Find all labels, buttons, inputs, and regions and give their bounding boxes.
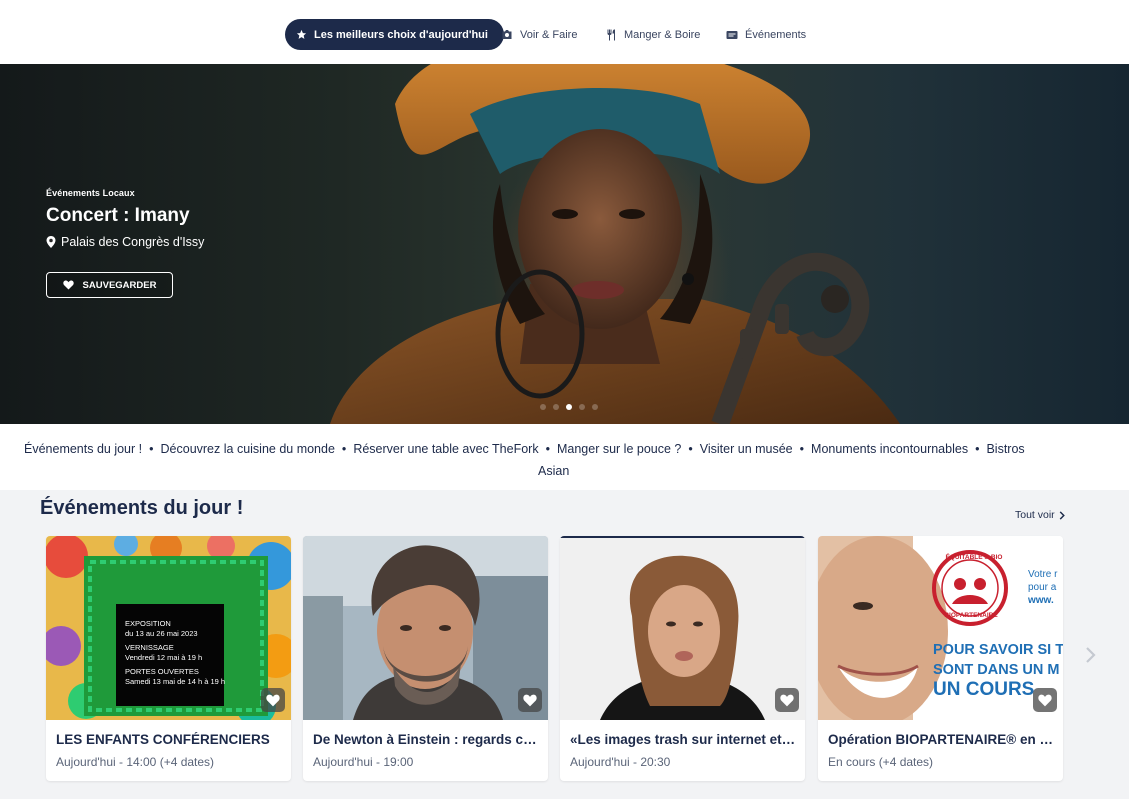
event-image: ÉQUITABLE & BIO BIOPARTENAIRE Votre r po… bbox=[818, 536, 1063, 720]
save-button-label: SAUVEGARDER bbox=[82, 279, 157, 291]
quick-link[interactable]: Monuments incontournables bbox=[811, 442, 968, 456]
hero-banner[interactable]: Événements Locaux Concert : Imany Palais… bbox=[0, 64, 1129, 424]
heart-icon bbox=[780, 694, 794, 706]
seal-top-text: ÉQUITABLE & BIO bbox=[945, 554, 1003, 561]
event-date: Aujourd'hui - 20:30 bbox=[570, 755, 671, 769]
quick-link[interactable]: Découvrez la cuisine du monde bbox=[161, 442, 335, 456]
carousel-dot[interactable] bbox=[540, 404, 546, 410]
quick-link[interactable]: Réserver une table avec TheFork bbox=[353, 442, 538, 456]
poster-side-text: Votre r pour a www. bbox=[1028, 569, 1058, 606]
quick-link[interactable]: Bistros bbox=[986, 442, 1024, 456]
event-title[interactable]: De Newton à Einstein : regards croisés bbox=[313, 732, 541, 747]
tab-events[interactable]: Événements bbox=[726, 19, 806, 50]
top-navigation: Les meilleurs choix d'aujourd'hui Voir &… bbox=[0, 0, 1129, 64]
section-title: Événements du jour ! bbox=[40, 497, 244, 519]
tab-eat-and-drink[interactable]: Manger & Boire bbox=[605, 19, 700, 50]
quick-link-overflow[interactable]: Asian bbox=[538, 464, 569, 478]
quick-link[interactable]: Visiter un musée bbox=[700, 442, 793, 456]
save-button[interactable]: SAUVEGARDER bbox=[46, 272, 173, 298]
quick-link[interactable]: Événements du jour ! bbox=[24, 442, 142, 456]
favorite-button[interactable] bbox=[261, 688, 285, 712]
event-card[interactable]: De Newton à Einstein : regards croisés A… bbox=[303, 536, 548, 781]
event-card[interactable]: ÉQUITABLE & BIO BIOPARTENAIRE Votre r po… bbox=[818, 536, 1063, 781]
ticket-icon bbox=[726, 29, 738, 41]
carousel-dot[interactable] bbox=[579, 404, 585, 410]
event-card[interactable]: «Les images trash sur internet et les je… bbox=[560, 536, 805, 781]
seal-bottom-text: BIOPARTENAIRE bbox=[944, 612, 998, 619]
tab-label: Les meilleurs choix d'aujourd'hui bbox=[314, 28, 488, 41]
carousel-dot-active[interactable] bbox=[566, 404, 572, 410]
quick-link[interactable]: Manger sur le pouce ? bbox=[557, 442, 681, 456]
tab-label: Événements bbox=[745, 28, 807, 41]
event-card[interactable]: EXPOSITION du 13 au 26 mai 2023 VERNISSA… bbox=[46, 536, 291, 781]
carousel-dot[interactable] bbox=[553, 404, 559, 410]
carousel-pagination bbox=[540, 404, 598, 410]
favorite-button[interactable] bbox=[1033, 688, 1057, 712]
see-all-link[interactable]: Tout voir bbox=[1015, 509, 1065, 521]
event-image bbox=[303, 536, 548, 720]
hero-title[interactable]: Concert : Imany bbox=[46, 205, 204, 227]
event-image: EXPOSITION du 13 au 26 mai 2023 VERNISSA… bbox=[46, 536, 291, 720]
camera-icon bbox=[501, 29, 513, 41]
favorite-button[interactable] bbox=[518, 688, 542, 712]
star-icon bbox=[295, 29, 307, 41]
see-all-label: Tout voir bbox=[1015, 509, 1055, 521]
favorite-button[interactable] bbox=[775, 688, 799, 712]
heart-icon bbox=[1038, 694, 1052, 706]
event-date: En cours (+4 dates) bbox=[828, 755, 934, 769]
heart-icon bbox=[266, 694, 280, 706]
event-date: Aujourd'hui - 14:00 (+4 dates) bbox=[56, 755, 215, 769]
poster-text: EXPOSITION du 13 au 26 mai 2023 VERNISSA… bbox=[125, 619, 226, 686]
tab-best-picks-today[interactable]: Les meilleurs choix d'aujourd'hui bbox=[285, 19, 504, 50]
cutlery-icon bbox=[605, 29, 617, 41]
quick-links-bar: Événements du jour ! • Découvrez la cuisin… bbox=[0, 424, 1129, 490]
event-title[interactable]: Opération BIOPARTENAIRE® en magasin bbox=[828, 732, 1056, 747]
heart-icon bbox=[523, 694, 537, 706]
event-date: Aujourd'hui - 19:00 bbox=[313, 755, 414, 769]
tab-see-and-do[interactable]: Voir & Faire bbox=[501, 19, 577, 50]
hero-category: Événements Locaux bbox=[46, 188, 135, 198]
carousel-dot[interactable] bbox=[592, 404, 598, 410]
heart-icon bbox=[62, 280, 74, 290]
chevron-right-icon bbox=[1086, 647, 1096, 663]
quick-links-row: Événements du jour ! • Découvrez la cuisin… bbox=[24, 442, 1025, 456]
hero-location: Palais des Congrès d'Issy bbox=[46, 235, 204, 249]
hero-location-text: Palais des Congrès d'Issy bbox=[61, 235, 205, 249]
hero-caption: Événements Locaux Concert : Imany Palais… bbox=[46, 188, 204, 249]
tab-label: Voir & Faire bbox=[520, 28, 578, 41]
chevron-right-icon bbox=[1059, 510, 1065, 520]
location-pin-icon bbox=[46, 236, 56, 248]
carousel-next-button[interactable] bbox=[1084, 645, 1098, 670]
event-image bbox=[560, 536, 805, 720]
tab-label: Manger & Boire bbox=[624, 28, 701, 41]
event-title[interactable]: LES ENFANTS CONFÉRENCIERS bbox=[56, 732, 284, 747]
event-title[interactable]: «Les images trash sur internet et les je… bbox=[570, 732, 798, 747]
